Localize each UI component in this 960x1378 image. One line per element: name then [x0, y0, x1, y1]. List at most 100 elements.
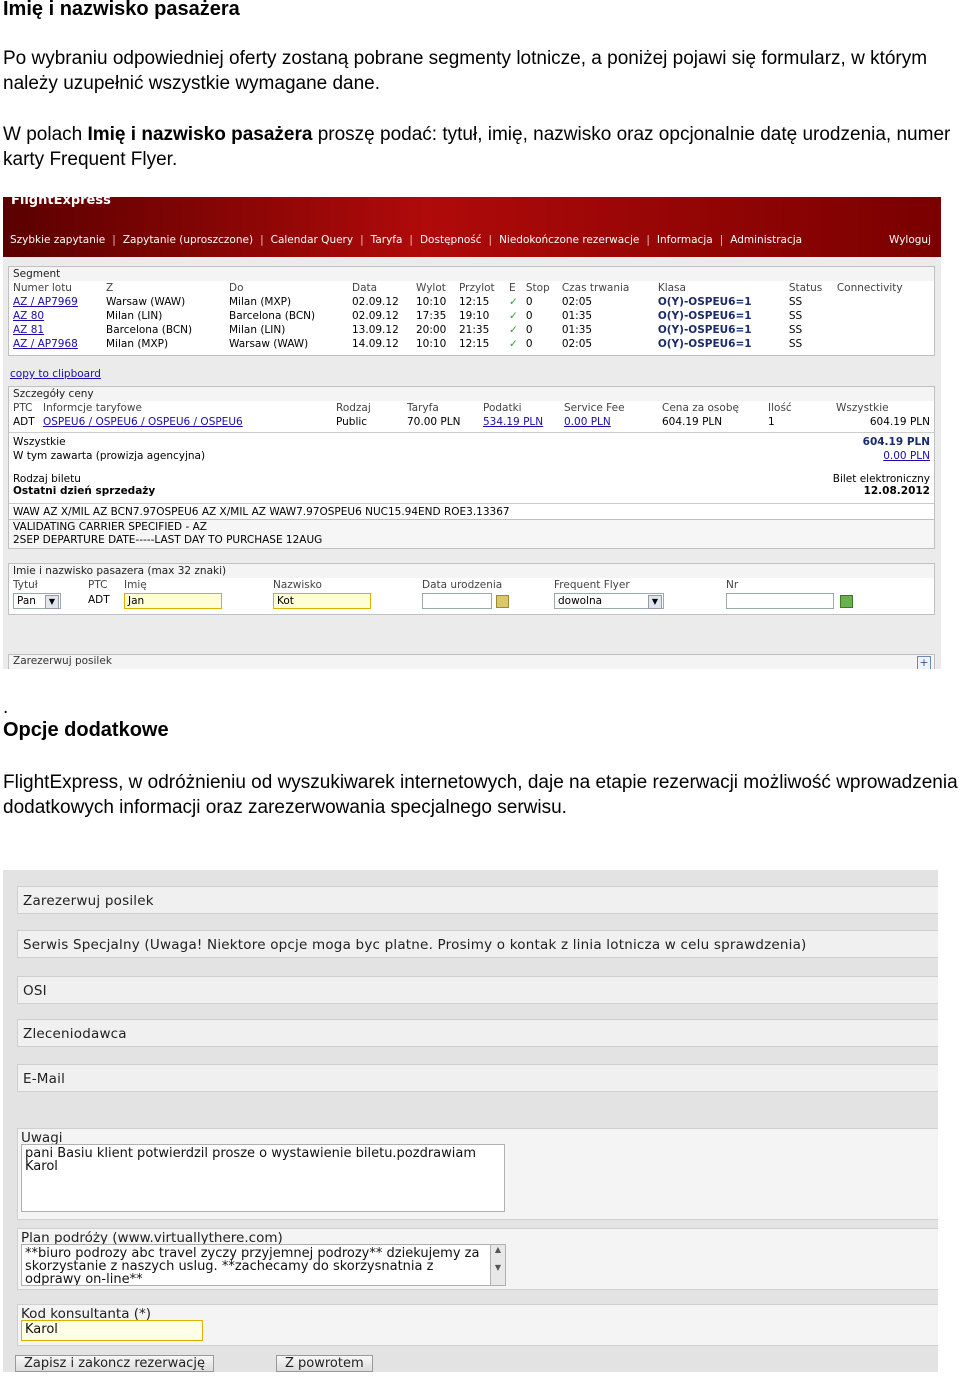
ticket-label: Rodzaj biletu [13, 473, 81, 485]
flight-link[interactable]: AZ 81 [9, 323, 102, 337]
segment-title: Segment [9, 267, 934, 281]
email-label: E-Mail [23, 1071, 66, 1087]
fare-calc: WAW AZ X/MIL AZ BCN7.97OSPEU6 AZ X/MIL A… [9, 503, 934, 520]
col-date: Data [352, 282, 378, 294]
seg-from: Warsaw (WAW) [106, 296, 186, 308]
col-to: Do [229, 282, 244, 294]
fee-link[interactable]: 0.00 PLN [560, 415, 658, 429]
price-fare: 70.00 PLN [407, 416, 461, 428]
email-row[interactable]: E-Mail [17, 1064, 938, 1092]
remark-line: VALIDATING CARRIER SPECIFIED - AZ [13, 521, 207, 533]
nav-item-admin[interactable]: Administracja [723, 234, 809, 246]
col-total: Wszystkie [836, 402, 889, 414]
hdr-title: Tytuł [13, 579, 38, 591]
copy-to-clipboard-link[interactable]: copy to clipboard [10, 368, 101, 380]
seg-to: Milan (LIN) [229, 324, 286, 336]
price-row: ADT OSPEU6 / OSPEU6 / OSPEU6 / OSPEU6 Pu… [9, 415, 934, 429]
nav-item-availability[interactable]: Dostępność [413, 234, 489, 246]
col-status: Status [788, 282, 823, 294]
last-name-input[interactable]: Kot [273, 593, 371, 609]
hdr-ff: Frequent Flyer [554, 579, 630, 591]
osi-row[interactable]: OSI [17, 976, 938, 1004]
calendar-icon[interactable] [496, 595, 509, 608]
col-stop: Stop [525, 282, 550, 294]
seg-date: 02.09.12 [352, 296, 399, 308]
meal-label: Zarezerwuj posilek [23, 893, 154, 909]
ssr-row[interactable]: Serwis Specjalny (Uwaga! Niektore opcje … [17, 930, 938, 958]
col-class: Klasa [657, 282, 686, 294]
ff-number-input[interactable] [726, 593, 834, 609]
nav-item-fare[interactable]: Taryfa [364, 234, 410, 246]
col-fare: Taryfa [407, 402, 439, 414]
chevron-down-icon: ▼ [648, 595, 662, 609]
nav-item-calendar[interactable]: Calendar Query [264, 234, 360, 246]
trip-row: Plan podróży (www.virtuallythere.com) **… [17, 1228, 938, 1290]
save-and-finish-button[interactable]: Zapisz i zakoncz rezerwację [15, 1355, 214, 1372]
ff-select[interactable]: dowolna ▼ [554, 593, 664, 609]
seg-stop: 0 [525, 296, 533, 308]
segment-row: AZ / AP7969 Warsaw (WAW) Milan (MXP) 02.… [9, 295, 907, 309]
consultant-input[interactable]: Karol [21, 1320, 203, 1341]
col-from: Z [106, 282, 114, 294]
add-icon[interactable] [840, 595, 853, 608]
col-taxes: Podatki [483, 402, 522, 414]
booking-screenshot: FlightExpress Szybkie zapytanie | Zapytan… [3, 197, 941, 669]
options-screenshot: Zarezerwuj posilek Serwis Specjalny (Uwa… [3, 870, 938, 1372]
section-heading-passenger: Imię i nazwisko pasażera [3, 0, 240, 20]
all-value: 604.19 PLN [862, 436, 930, 448]
nav-item-unfinished[interactable]: Niedokończone rezerwacje [492, 234, 646, 246]
passenger-title: Imie i nazwisko pasazera (max 32 znaki) [9, 564, 934, 578]
flight-link[interactable]: AZ 80 [9, 309, 102, 323]
app-banner: FlightExpress Szybkie zapytanie | Zapytan… [3, 197, 941, 257]
back-button[interactable]: Z powrotem [276, 1355, 373, 1372]
flight-link[interactable]: AZ / AP7969 [9, 295, 102, 309]
seg-duration: 02:05 [561, 296, 593, 308]
seg-dep: 20:00 [416, 324, 447, 336]
section-heading-options: Opcje dodatkowe [3, 719, 169, 741]
meal-label-small: Zarezerwuj posilek [13, 655, 112, 667]
trip-scrollbar[interactable]: ▲ ▼ [490, 1244, 506, 1286]
expand-icon[interactable]: + [917, 656, 931, 669]
seg-arr: 19:10 [459, 310, 490, 322]
title-select-value: Pan [17, 595, 36, 607]
price-type: Public [336, 416, 368, 428]
seg-to: Barcelona (BCN) [229, 310, 316, 322]
dob-input[interactable] [422, 593, 492, 609]
seg-class: O(Y)-OSPEU6=1 [657, 324, 752, 336]
orderer-row[interactable]: Zleceniodawca [17, 1019, 938, 1047]
meal-row-small[interactable]: Zarezerwuj posilek + [8, 654, 935, 669]
segment-table: Numer lotu Z Do Data Wylot Przylot E Sto… [9, 281, 907, 351]
hdr-ptc: PTC [88, 579, 108, 591]
price-table: PTC Informcje taryfowe Rodzaj Taryfa Pod… [9, 401, 934, 429]
trip-textarea[interactable]: **biuro podrozy abc travel zyczy przyjem… [21, 1244, 491, 1286]
hdr-nr: Nr [726, 579, 739, 591]
fare-info-link[interactable]: OSPEU6 / OSPEU6 / OSPEU6 / OSPEU6 [39, 415, 332, 429]
nav-item-info[interactable]: Informacja [650, 234, 720, 246]
nav-item-quick[interactable]: Szybkie zapytanie [3, 234, 112, 246]
col-duration: Czas trwania [561, 282, 630, 294]
separator-dot: . [3, 697, 9, 718]
seg-status: SS [788, 324, 803, 336]
seg-arr: 21:35 [459, 324, 490, 336]
first-name-input[interactable]: Jan [124, 593, 222, 609]
nav-item-simple[interactable]: Zapytanie (uproszczone) [116, 234, 260, 246]
meal-row[interactable]: Zarezerwuj posilek [17, 886, 938, 914]
remarks-textarea[interactable]: pani Basiu klient potwierdzil prosze o w… [21, 1144, 505, 1212]
col-fee: Service Fee [564, 402, 625, 414]
seg-to: Milan (MXP) [229, 296, 292, 308]
taxes-link[interactable]: 534.19 PLN [479, 415, 560, 429]
segment-row: AZ 81 Barcelona (BCN) Milan (LIN) 13.09.… [9, 323, 907, 337]
seg-date: 02.09.12 [352, 310, 399, 322]
col-connectivity: Connectivity [836, 282, 903, 294]
title-select[interactable]: Pan ▼ [13, 593, 61, 609]
col-ptc: PTC [13, 402, 33, 414]
agency-value[interactable]: 0.00 PLN [883, 450, 930, 462]
hdr-first: Imię [124, 579, 147, 591]
logout-link[interactable]: Wyloguj [889, 234, 931, 246]
price-ptc: ADT [13, 416, 35, 428]
flight-link[interactable]: AZ / AP7968 [9, 337, 102, 351]
hdr-dob: Data urodzenia [422, 579, 503, 591]
seg-class: O(Y)-OSPEU6=1 [657, 296, 752, 308]
instruction-paragraph: W polach Imię i nazwisko pasażera proszę… [3, 122, 958, 172]
seg-status: SS [788, 296, 803, 308]
